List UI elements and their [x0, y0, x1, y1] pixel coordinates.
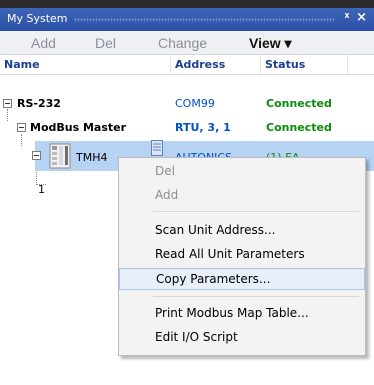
collapse-toggle-icon[interactable] [32, 151, 41, 160]
close-icon[interactable]: × [356, 10, 367, 25]
del-button[interactable]: Del [95, 35, 116, 51]
collapse-toggle-icon[interactable] [3, 99, 12, 108]
tree-item-name: TMH4 [76, 151, 108, 164]
tree-item-name: RS-232 [17, 97, 61, 110]
view-dropdown-button[interactable]: View ▾ [249, 35, 292, 52]
column-status[interactable]: Status [265, 58, 305, 71]
menu-item-label: Add [155, 188, 179, 202]
menu-item-copy-parameters[interactable]: Copy Parameters... [119, 268, 365, 290]
add-button[interactable]: Add [31, 35, 56, 51]
menu-item-scan-unit-address[interactable]: Scan Unit Address... [119, 220, 365, 242]
menu-item-label: Scan Unit Address... [155, 223, 276, 237]
tree-item-status: Connected [266, 121, 332, 134]
menu-item-add[interactable]: Add [119, 185, 365, 207]
menu-item-edit-io-script[interactable]: Edit I/O Script [119, 327, 365, 349]
tree-item-name: ModBus Master [30, 121, 127, 134]
menu-item-label: Copy Parameters... [156, 272, 271, 286]
column-divider[interactable] [170, 55, 171, 75]
menu-item-del[interactable]: Del [119, 161, 365, 183]
panel-title: My System [7, 12, 68, 25]
pin-icon[interactable]: ᕁ [344, 11, 350, 25]
menu-separator [153, 296, 359, 297]
menu-item-label: Read All Unit Parameters [155, 247, 305, 261]
panel-titlebar: My System ᕁ × [0, 8, 374, 31]
tree-row-modbus-master[interactable]: ModBus Master RTU, 3, 1 Connected [0, 119, 374, 141]
list-icon [151, 140, 163, 156]
menu-item-print-modbus-map-table[interactable]: Print Modbus Map Table... [119, 303, 365, 325]
tree-row-rs232[interactable]: RS-232 COM99 Connected [0, 95, 374, 117]
menu-separator [153, 211, 359, 212]
column-divider[interactable] [260, 55, 261, 75]
column-name[interactable]: Name [4, 58, 40, 71]
device-module-icon [49, 143, 71, 169]
menu-item-label: Print Modbus Map Table... [155, 306, 309, 320]
menu-item-read-all-unit-parameters[interactable]: Read All Unit Parameters [119, 244, 365, 266]
collapse-toggle-icon[interactable] [17, 123, 26, 132]
change-button[interactable]: Change [158, 35, 207, 51]
menu-item-label: Edit I/O Script [155, 330, 238, 344]
column-address[interactable]: Address [175, 58, 225, 71]
my-system-panel: My System ᕁ × Add Del Change View ▾ Name… [0, 0, 374, 385]
titlebar-grip [74, 18, 334, 22]
menu-item-label: Del [155, 164, 175, 178]
column-header: Name Address Status [0, 55, 374, 75]
tree-item-child[interactable]: 1 [38, 183, 45, 196]
toolbar: Add Del Change View ▾ [0, 31, 374, 55]
tree-item-status: Connected [266, 97, 332, 110]
tree-item-address: COM99 [175, 97, 215, 110]
column-divider[interactable] [347, 55, 348, 75]
window-top-strip [0, 0, 374, 8]
context-menu: Del Add Scan Unit Address... Read All Un… [118, 157, 366, 356]
tree-item-address: RTU, 3, 1 [175, 121, 231, 134]
